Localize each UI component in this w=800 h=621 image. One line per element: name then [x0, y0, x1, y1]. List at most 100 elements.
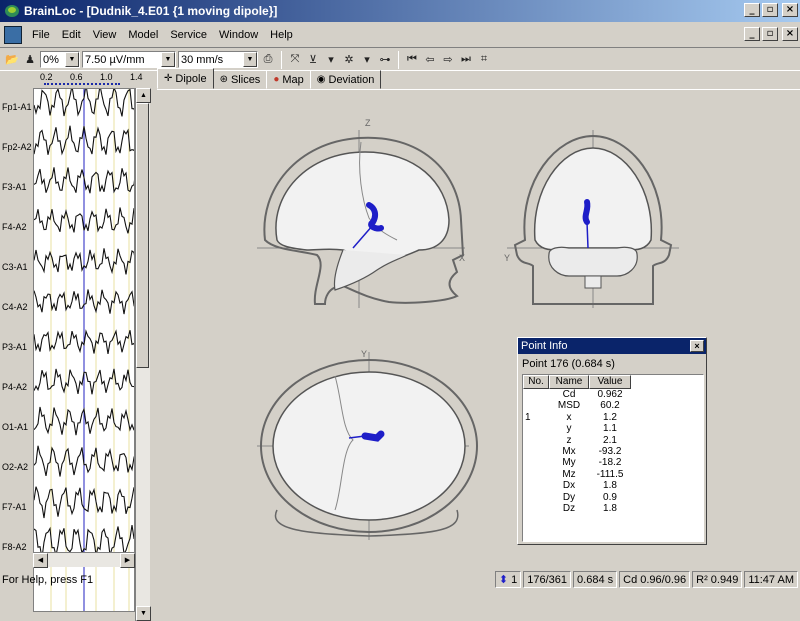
mdi-minimize-button[interactable]: _: [744, 27, 760, 41]
table-cell-name: y: [566, 423, 572, 435]
close-button[interactable]: ×: [782, 3, 798, 17]
status-help-text: For Help, press F1: [2, 574, 94, 586]
table-row: Dz 1.8: [523, 503, 703, 514]
status-r2: R² 0.949: [692, 571, 743, 588]
column-header-name[interactable]: Name: [549, 375, 589, 389]
point-info-titlebar[interactable]: Point Info ×: [518, 338, 706, 354]
menu-bar: File Edit View Model Service Window Help…: [0, 22, 800, 48]
next-icon[interactable]: ⇨: [440, 52, 456, 68]
channel-label: O2-A2: [2, 462, 29, 472]
table-cell-name: Mz: [562, 468, 576, 480]
person-icon[interactable]: ♟: [22, 52, 38, 68]
tab-dipole[interactable]: ✛ Dipole: [157, 68, 214, 89]
app-logo-icon: [4, 3, 20, 19]
table-cell-no: 1: [525, 411, 531, 423]
menu-help[interactable]: Help: [264, 29, 299, 41]
sensitivity-select[interactable]: 7.50 µV/mm ▼: [82, 51, 176, 68]
toolbar-separator: [281, 50, 282, 69]
percent-select[interactable]: 0% ▼: [40, 51, 80, 68]
eeg-trace-area[interactable]: [33, 88, 135, 612]
dropdown-arrow-icon[interactable]: ▾: [359, 52, 375, 68]
eeg-traces: [34, 89, 134, 611]
menu-view[interactable]: View: [87, 29, 123, 41]
mdi-restore-button[interactable]: ▫: [762, 27, 778, 41]
table-cell-value: 1.1: [603, 423, 617, 435]
scroll-left-icon[interactable]: ◀: [33, 553, 48, 568]
table-cell-value: -18.2: [598, 457, 622, 469]
table-cell-name: MSD: [557, 400, 581, 412]
point-info-dialog[interactable]: Point Info × Point 176 (0.684 s) No. Nam…: [517, 337, 707, 545]
table-cell-value: 0.962: [597, 389, 623, 400]
status-clock: 11:47 AM: [744, 571, 798, 588]
prev-icon[interactable]: ⇦: [422, 52, 438, 68]
table-row: Mx -93.2: [523, 446, 703, 457]
table-row: Mz -111.5: [523, 469, 703, 480]
menu-window[interactable]: Window: [213, 29, 264, 41]
point-info-label: Point 176 (0.684 s): [522, 358, 615, 370]
channel-label: Fp1-A1: [2, 102, 32, 112]
table-cell-no: [523, 423, 549, 434]
table-cell-no: [523, 457, 549, 468]
table-cell-no: [523, 446, 549, 457]
document-icon[interactable]: [4, 25, 22, 44]
table-cell-name: Mx: [562, 445, 576, 457]
view-tabs: ✛ Dipole ⊛ Slices ● Map ◉ Deviation: [157, 68, 382, 89]
time-tick: 0.6: [70, 72, 83, 82]
dropdown-arrow-icon[interactable]: ▾: [323, 52, 339, 68]
tab-deviation[interactable]: ◉ Deviation: [309, 70, 382, 89]
table-row: Dx 1.8: [523, 480, 703, 491]
column-header-value[interactable]: Value: [589, 375, 631, 389]
status-bar: For Help, press F1 ⬍ 1 176/361 0.684 s Cd…: [0, 569, 800, 600]
channel-label: C3-A1: [2, 262, 28, 272]
last-icon[interactable]: ⏭: [458, 52, 474, 68]
open-icon[interactable]: 📂: [4, 52, 20, 68]
column-header-no[interactable]: No.: [523, 375, 549, 389]
scroll-down-icon[interactable]: ▼: [136, 606, 151, 621]
title-bar: BrainLoc - [Dudnik_4.E01 {1 moving dipol…: [0, 0, 800, 22]
menu-service[interactable]: Service: [164, 29, 213, 41]
minimize-button[interactable]: _: [744, 3, 760, 17]
table-cell-name: Dx: [562, 480, 576, 492]
time-tick: 1.4: [130, 72, 143, 82]
table-cell-value: 2.1: [603, 434, 617, 446]
table-row: Cd 0.962: [523, 389, 703, 400]
scroll-thumb[interactable]: [136, 103, 149, 368]
horizontal-scrollbar[interactable]: ◀ ▶: [33, 552, 135, 568]
dipole-icon: ✛: [164, 73, 173, 84]
axes-dropdown-icon[interactable]: ⊻: [305, 52, 321, 68]
deviation-icon: ◉: [316, 74, 326, 85]
vertical-scrollbar[interactable]: ▲ ▼: [135, 88, 151, 621]
channel-label: F3-A1: [2, 182, 27, 192]
mdi-close-button[interactable]: ×: [782, 27, 798, 41]
close-icon[interactable]: ×: [690, 340, 704, 352]
print-icon[interactable]: ⎙: [260, 52, 276, 68]
coronal-view[interactable]: Y: [504, 130, 679, 308]
channel-label: C4-A2: [2, 302, 28, 312]
menu-model[interactable]: Model: [122, 29, 164, 41]
axial-view[interactable]: Y: [257, 349, 478, 540]
axial-axis-y: Y: [361, 349, 367, 359]
dipole-tool-icon[interactable]: ✲: [341, 52, 357, 68]
axes-icon[interactable]: ⤧: [287, 52, 303, 68]
table-cell-name: z: [566, 434, 572, 446]
table-cell-no: [523, 389, 549, 400]
tab-slices[interactable]: ⊛ Slices: [212, 70, 268, 89]
record-icon[interactable]: ⊶: [377, 52, 393, 68]
marker-icon[interactable]: ⌗: [476, 52, 492, 68]
scroll-up-icon[interactable]: ▲: [136, 88, 151, 103]
sagittal-view[interactable]: Z X: [257, 118, 465, 308]
scroll-right-icon[interactable]: ▶: [120, 553, 135, 568]
table-row: MSD 60.2: [523, 400, 703, 411]
menu-edit[interactable]: Edit: [56, 29, 87, 41]
table-cell-value: -93.2: [598, 445, 622, 457]
table-cell-value: -111.5: [596, 468, 624, 480]
tab-map[interactable]: ● Map: [266, 70, 311, 89]
time-tick: 0.2: [40, 72, 53, 82]
speed-select[interactable]: 30 mm/s ▼: [178, 51, 258, 68]
table-cell-no: [523, 400, 549, 411]
maximize-button[interactable]: ▫: [762, 3, 778, 17]
menu-file[interactable]: File: [26, 29, 56, 41]
time-tick: 1.0: [100, 72, 113, 82]
table-row: Dy 0.9: [523, 492, 703, 503]
first-icon[interactable]: ⏮: [404, 52, 420, 68]
